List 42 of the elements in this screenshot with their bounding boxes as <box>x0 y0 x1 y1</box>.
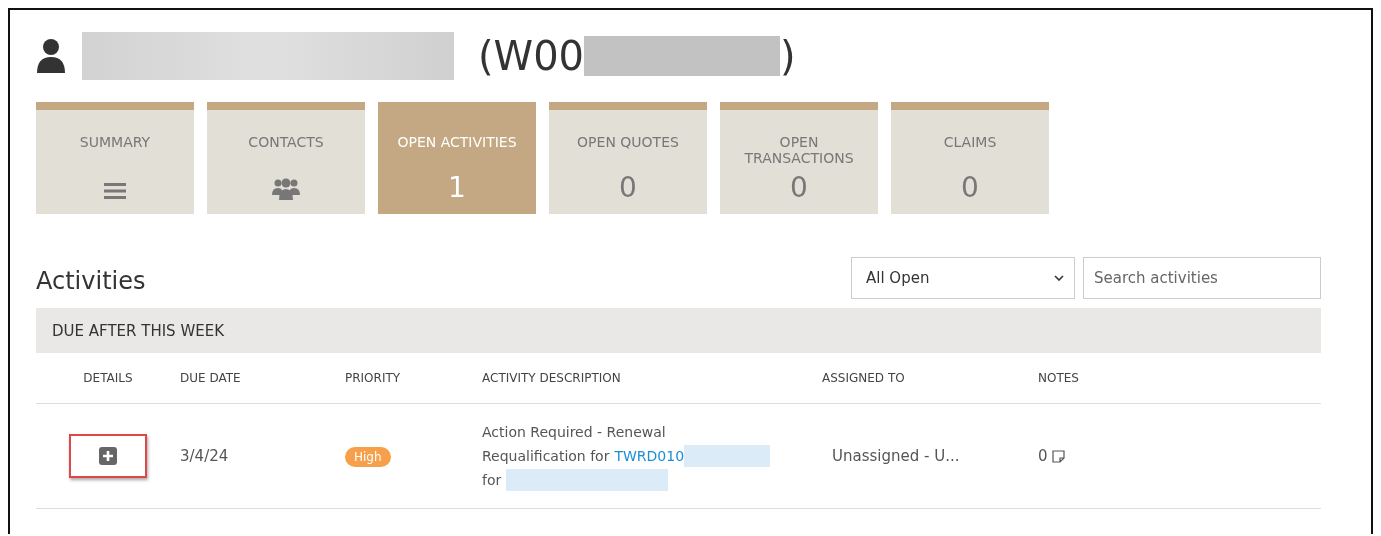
table-cell-text: Unassigned - U... <box>831 447 960 465</box>
column-header: DUE DATE <box>180 371 241 385</box>
menu-icon <box>104 182 126 200</box>
tile-label: CLAIMS <box>943 134 997 150</box>
tile-label: OPEN ACTIVITIES <box>397 134 517 150</box>
column-header: ACTIVITY DESCRIPTION <box>482 371 621 385</box>
account-title: ) <box>780 33 796 79</box>
activity-description: for <box>482 471 502 490</box>
priority-badge: High <box>345 447 391 467</box>
summary-tile[interactable]: CONTACTS <box>207 102 365 214</box>
summary-tile[interactable]: OPEN QUOTES 0 <box>549 102 707 214</box>
section-title: Activities <box>36 266 147 295</box>
column-header: NOTES <box>1038 371 1079 385</box>
column-header: ASSIGNED TO <box>822 371 905 385</box>
tile-count: 0 <box>790 172 808 204</box>
record-link[interactable]: TWRD010 <box>614 444 685 468</box>
account-title: (W00 <box>478 33 585 79</box>
activity-description: Requalification for <box>482 447 610 466</box>
summary-tile[interactable]: SUMMARY <box>36 102 194 214</box>
tile-label: OPEN QUOTES <box>577 134 679 150</box>
tile-count: 1 <box>448 172 466 204</box>
expand-icon[interactable] <box>99 447 117 465</box>
summary-tile[interactable]: OPEN ACTIVITIES 1 <box>378 102 536 214</box>
activity-description: Action Required - Renewal <box>482 424 666 440</box>
tile-label: OPEN TRANSACTIONS <box>743 134 855 166</box>
tile-label: SUMMARY <box>79 134 151 150</box>
column-header: DETAILS <box>83 371 133 385</box>
summary-tile[interactable]: CLAIMS 0 <box>891 102 1049 214</box>
group-icon <box>272 178 300 200</box>
chevron-icon <box>1054 275 1064 281</box>
summary-tile[interactable]: OPEN TRANSACTIONS 0 <box>720 102 878 214</box>
tile-count: 0 <box>961 172 979 204</box>
search-field[interactable]: Search activities <box>1083 257 1321 299</box>
note-icon[interactable] <box>1051 449 1065 463</box>
filter-dropdown[interactable]: All Open <box>851 257 1075 299</box>
group-header: DUE AFTER THIS WEEK <box>36 308 1321 353</box>
notes-count: 0 <box>1038 447 1048 465</box>
tile-count: 0 <box>619 172 637 204</box>
column-header: PRIORITY <box>345 371 401 385</box>
tile-label: CONTACTS <box>248 134 324 150</box>
person-icon <box>36 38 66 74</box>
table-cell: 3/4/24 <box>180 447 229 465</box>
